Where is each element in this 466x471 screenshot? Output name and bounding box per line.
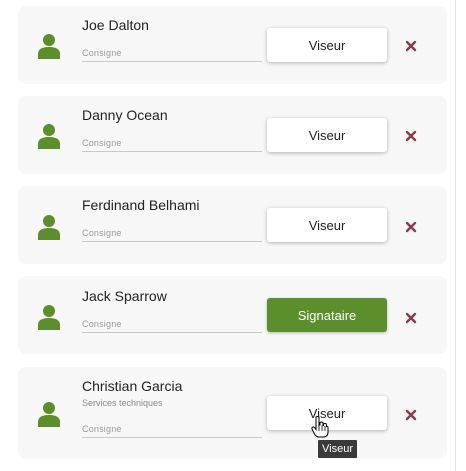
- signer-name: Christian Garcia: [82, 378, 183, 394]
- role-button[interactable]: Viseur: [267, 118, 387, 152]
- consigne-placeholder: Consigne: [82, 48, 122, 58]
- user-icon: [38, 305, 60, 330]
- signer-card: Danny Ocean Consigne Viseur: [18, 96, 447, 174]
- consigne-field[interactable]: Consigne: [82, 417, 262, 438]
- signer-card: Joe Dalton Consigne Viseur: [18, 6, 447, 84]
- consigne-placeholder: Consigne: [82, 424, 122, 434]
- role-button[interactable]: Viseur: [267, 208, 387, 242]
- close-icon[interactable]: [404, 220, 418, 234]
- consigne-placeholder: Consigne: [82, 228, 122, 238]
- user-icon: [38, 215, 60, 240]
- signer-department: Services techniques: [82, 398, 163, 408]
- scrollbar-edge: [455, 0, 456, 471]
- signer-name: Jack Sparrow: [82, 288, 167, 304]
- consigne-field[interactable]: Consigne: [82, 312, 262, 333]
- close-icon[interactable]: [404, 39, 418, 53]
- signer-name: Joe Dalton: [82, 17, 149, 33]
- signer-card: Ferdinand Belhami Consigne Viseur: [18, 186, 447, 264]
- close-icon[interactable]: [404, 129, 418, 143]
- hand-pointer-icon: [311, 416, 329, 438]
- signer-card: Christian Garcia Services techniques Con…: [18, 367, 447, 459]
- consigne-field[interactable]: Consigne: [82, 41, 262, 62]
- role-button[interactable]: Viseur: [267, 28, 387, 62]
- signer-card: Jack Sparrow Consigne Signataire: [18, 276, 447, 354]
- signer-name: Ferdinand Belhami: [82, 197, 200, 213]
- user-icon: [38, 34, 60, 59]
- consigne-field[interactable]: Consigne: [82, 131, 262, 152]
- consigne-field[interactable]: Consigne: [82, 221, 262, 242]
- tooltip: Viseur: [318, 440, 357, 458]
- close-icon[interactable]: [404, 408, 418, 422]
- signer-name: Danny Ocean: [82, 107, 168, 123]
- consigne-placeholder: Consigne: [82, 138, 122, 148]
- user-icon: [38, 402, 60, 427]
- close-icon[interactable]: [404, 311, 418, 325]
- role-button[interactable]: Signataire: [267, 298, 387, 332]
- user-icon: [38, 124, 60, 149]
- consigne-placeholder: Consigne: [82, 319, 122, 329]
